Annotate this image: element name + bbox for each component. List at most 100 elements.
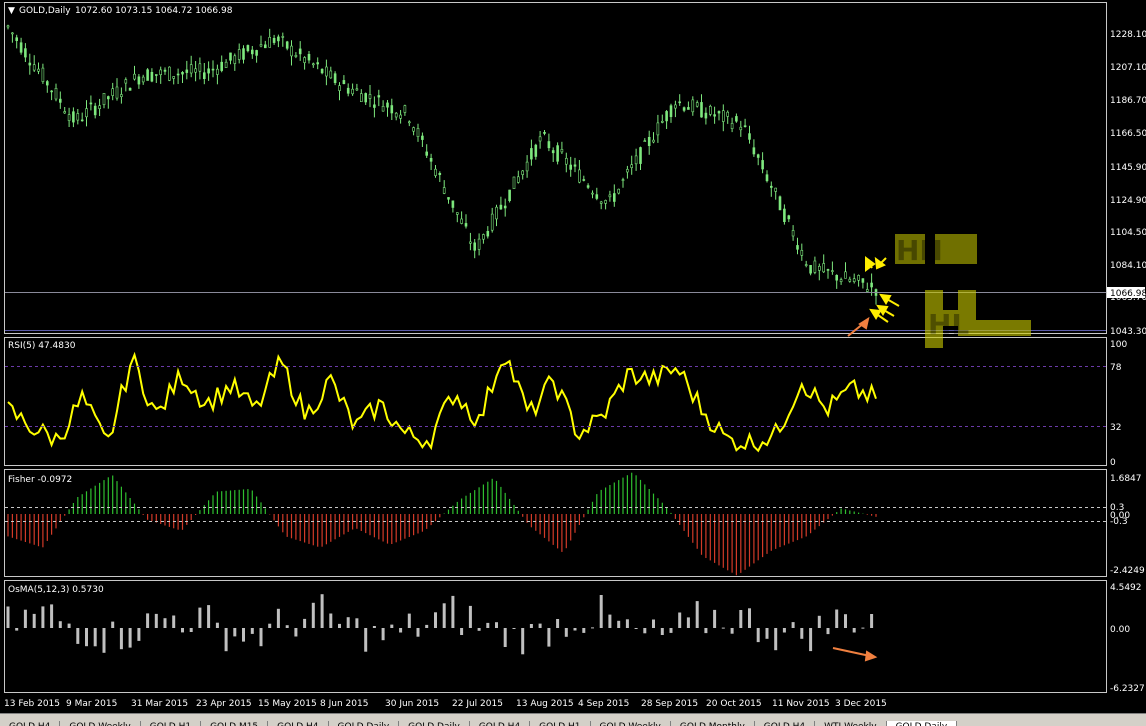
candle-body: [682, 107, 686, 111]
candle-body: [516, 176, 520, 183]
osma-axis: 4.5492 0.00 -6.2327: [1110, 583, 1145, 694]
candle-body: [499, 204, 503, 210]
candle-body: [870, 282, 873, 288]
candle-body: [320, 68, 324, 74]
candle-body: [102, 93, 106, 106]
candle-body: [359, 93, 363, 102]
osma-bar: [215, 622, 219, 628]
candle-body: [809, 264, 812, 274]
candle-body: [861, 278, 865, 283]
candle-body: [848, 278, 852, 282]
tab-9[interactable]: GOLD,Weekly: [591, 721, 671, 726]
osma-bar: [399, 628, 403, 633]
tab-7[interactable]: GOLD,H4: [470, 721, 531, 726]
candle-body: [181, 72, 184, 75]
candle-body: [647, 137, 651, 147]
osma-bar: [608, 614, 612, 628]
chart-canvas[interactable]: ▼ GOLD,Daily 1072.60 1073.15 1064.72 106…: [0, 0, 1146, 713]
candle-body: [687, 107, 690, 110]
candle-body: [133, 73, 136, 80]
osma-bar: [643, 628, 647, 634]
tab-10[interactable]: GOLD,Monthly: [671, 721, 755, 726]
price-tick-0: 1228.10: [1110, 30, 1146, 40]
tab-4[interactable]: GOLD,H4: [268, 721, 329, 726]
candle-body: [386, 102, 389, 108]
candle-body: [796, 245, 799, 250]
osma-bar: [23, 609, 27, 628]
fisher-series: [7, 472, 877, 576]
orange-arrows: [832, 316, 878, 662]
osma-bar: [119, 628, 123, 650]
date-tick-5: 8 Jun 2015: [320, 699, 368, 709]
candle-body: [477, 238, 481, 250]
candle-body: [438, 173, 442, 176]
candle-body: [865, 289, 869, 292]
main-dropdown-icon[interactable]: ▼: [8, 6, 15, 16]
candle-body: [599, 201, 603, 204]
candle-body: [839, 279, 843, 283]
tab-5[interactable]: GOLD,Daily: [329, 721, 400, 726]
candle-body: [203, 72, 206, 79]
tab-11[interactable]: GOLD,H4: [755, 721, 816, 726]
date-tick-2: 31 Mar 2015: [131, 699, 188, 709]
candle-body: [656, 122, 660, 136]
candle-body: [220, 61, 223, 71]
tab-8[interactable]: GOLD,H1: [530, 721, 591, 726]
osma-bar: [730, 628, 734, 634]
candle-body: [783, 208, 786, 222]
candle-body: [852, 278, 856, 283]
candle-body: [573, 164, 577, 167]
date-tick-1: 9 Mar 2015: [66, 699, 117, 709]
osma-bar: [102, 628, 106, 653]
candle-body: [556, 145, 559, 162]
candle-body: [534, 144, 538, 157]
candle-body: [652, 139, 655, 143]
tab-6[interactable]: GOLD,Daily: [399, 721, 470, 726]
candle-body: [50, 90, 53, 93]
hh-annotation-text: HH: [896, 234, 943, 267]
tab-3[interactable]: GOLD,M15: [201, 721, 269, 726]
osma-bar: [320, 594, 324, 628]
candle-body: [451, 200, 455, 208]
candle-body: [643, 140, 647, 142]
tab-0[interactable]: GOLD,H4: [0, 721, 61, 726]
osma-bar: [41, 606, 45, 628]
osma-bar: [189, 628, 193, 632]
candle-body: [185, 69, 189, 73]
candle-body: [155, 74, 158, 76]
candle-body: [538, 136, 542, 142]
candle-body: [303, 57, 306, 63]
candle-body: [67, 114, 71, 121]
osma-bar: [652, 619, 655, 628]
current-price-text: 1066.98: [1110, 289, 1146, 299]
candle-body: [595, 194, 599, 199]
tab-12[interactable]: WTI,Weekly: [815, 721, 887, 726]
osma-bar: [870, 614, 874, 628]
date-tick-12: 11 Nov 2015: [772, 699, 830, 709]
date-tick-8: 13 Aug 2015: [516, 699, 574, 709]
osma-bar: [242, 628, 245, 642]
osma-bar: [713, 609, 717, 628]
tab-2[interactable]: GOLD,H1: [141, 721, 202, 726]
date-tick-6: 30 Jun 2015: [385, 699, 439, 709]
candle-body: [237, 49, 241, 60]
osma-bar: [704, 628, 708, 634]
date-tick-7: 22 Jul 2015: [452, 699, 503, 709]
candle-body: [24, 48, 27, 58]
osma-panel-frame: [4, 580, 1107, 693]
osma-bar: [15, 628, 19, 631]
candle-body: [621, 179, 625, 181]
candle-body: [778, 196, 782, 211]
candle-body: [45, 81, 49, 86]
osma-bar: [381, 628, 385, 641]
tab-1[interactable]: GOLD,Weekly: [60, 721, 141, 726]
candle-body: [338, 85, 341, 91]
candle-body: [399, 114, 402, 119]
price-tick-7: 1084.10: [1110, 261, 1146, 271]
osma-bar: [76, 628, 80, 644]
tab-13[interactable]: GOLD,Daily: [886, 721, 958, 726]
osma-bar: [198, 607, 202, 628]
main-panel-frame: [4, 2, 1107, 334]
candle-body: [612, 193, 616, 202]
ohlc-label: 1072.60 1073.15 1064.72 1066.98: [75, 6, 233, 16]
